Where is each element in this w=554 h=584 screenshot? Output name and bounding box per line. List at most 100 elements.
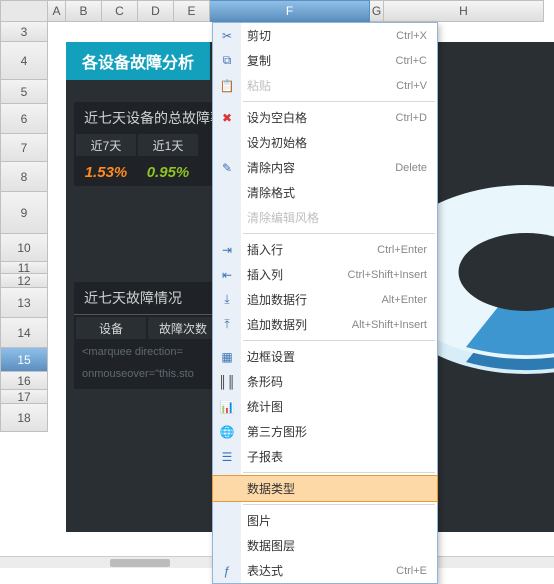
menu-barcode[interactable]: ║║ 条形码 [213,369,437,394]
x-red-icon: ✖ [219,110,235,126]
menu-copy[interactable]: ⧉ 复制 Ctrl+C [213,48,437,73]
row-header-17[interactable]: 17 [0,390,48,404]
col-header-h[interactable]: H [384,0,544,22]
chart-icon: 📊 [219,399,235,415]
row-header-18[interactable]: 18 [0,404,48,432]
menu-paste-shortcut: Ctrl+V [396,80,427,92]
col-header-d[interactable]: D [138,0,174,22]
menu-chart[interactable]: 📊 统计图 [213,394,437,419]
menu-subreport[interactable]: ☰ 子报表 [213,444,437,469]
col-last1: 近1天 [138,134,198,156]
menu-separator [243,504,435,505]
scrollbar-thumb[interactable] [110,559,170,567]
copy-icon: ⧉ [219,53,235,69]
menu-separator [243,340,435,341]
menu-clear-format-label: 清除格式 [247,184,295,201]
menu-clear-content-label: 清除内容 [247,159,295,176]
menu-barcode-label: 条形码 [247,373,283,390]
column-header-row: A B C D E F G H [0,0,554,22]
row-header-5[interactable]: 5 [0,80,48,104]
menu-cut-label: 剪切 [247,27,271,44]
row-header-15[interactable]: 15 [0,348,48,372]
menu-clear-content-shortcut: Delete [395,162,427,174]
menu-datalayer[interactable]: 数据图层 [213,533,437,558]
col-header-f[interactable]: F [210,0,370,22]
menu-insert-col-label: 插入列 [247,266,283,283]
menu-clear-content[interactable]: ✎ 清除内容 Delete [213,155,437,180]
col-faultcnt: 故障次数 [148,317,218,339]
row-header-10[interactable]: 10 [0,234,48,262]
menu-set-init[interactable]: 设为初始格 [213,130,437,155]
menu-set-blank-shortcut: Ctrl+D [396,112,427,124]
menu-append-row[interactable]: ⤓ 追加数据行 Alt+Enter [213,287,437,312]
menu-datatype[interactable]: 数据类型 [213,476,437,501]
menu-separator [243,233,435,234]
menu-cut[interactable]: ✂ 剪切 Ctrl+X [213,23,437,48]
val-last7: 1.53% [76,158,136,186]
menu-insert-row[interactable]: ⇥ 插入行 Ctrl+Enter [213,237,437,262]
insert-col-icon: ⇤ [219,267,235,283]
row-header-12[interactable]: 12 [0,274,48,288]
menu-thirdparty-label: 第三方图形 [247,423,307,440]
row-header-14[interactable]: 14 [0,318,48,348]
row-header-9[interactable]: 9 [0,192,48,234]
menu-chart-label: 统计图 [247,398,283,415]
border-icon: ▦ [219,349,235,365]
barcode-icon: ║║ [219,374,235,390]
val-last1: 0.95% [138,158,198,186]
menu-clear-edit-style-label: 清除编辑风格 [247,209,319,226]
menu-insert-row-label: 插入行 [247,241,283,258]
menu-expr-shortcut: Ctrl+E [396,565,427,577]
menu-datalayer-label: 数据图层 [247,537,295,554]
menu-subreport-label: 子报表 [247,448,283,465]
menu-paste: 📋 粘贴 Ctrl+V [213,73,437,98]
menu-image-label: 图片 [247,512,271,529]
col-header-e[interactable]: E [174,0,210,22]
menu-image[interactable]: 图片 [213,508,437,533]
col-header-b[interactable]: B [66,0,102,22]
menu-append-col-shortcut: Alt+Shift+Insert [352,319,427,331]
menu-paste-label: 粘贴 [247,77,271,94]
col-last7: 近7天 [76,134,136,156]
row-header-11[interactable]: 11 [0,262,48,274]
row-header-3[interactable]: 3 [0,22,48,42]
row-header-6[interactable]: 6 [0,104,48,134]
expression-icon: ƒ [219,563,235,579]
menu-clear-edit-style: 清除编辑风格 [213,205,437,230]
menu-cut-shortcut: Ctrl+X [396,30,427,42]
menu-set-blank-label: 设为空白格 [247,109,307,126]
scissors-icon: ✂ [219,28,235,44]
row-header-8[interactable]: 8 [0,162,48,192]
menu-set-blank[interactable]: ✖ 设为空白格 Ctrl+D [213,105,437,130]
menu-append-col[interactable]: ⤒ 追加数据列 Alt+Shift+Insert [213,312,437,337]
menu-border-label: 边框设置 [247,348,295,365]
menu-thirdparty[interactable]: 🌐 第三方图形 [213,419,437,444]
menu-clear-format[interactable]: 清除格式 [213,180,437,205]
select-all-corner[interactable] [0,0,48,22]
col-device: 设备 [76,317,146,339]
menu-expr[interactable]: ƒ 表达式 Ctrl+E [213,558,437,583]
menu-append-row-shortcut: Alt+Enter [381,294,427,306]
row-header-col: 3 4 5 6 7 8 9 10 11 12 13 14 15 16 17 18 [0,22,48,432]
menu-insert-col[interactable]: ⇤ 插入列 Ctrl+Shift+Insert [213,262,437,287]
row-header-7[interactable]: 7 [0,134,48,162]
menu-insert-row-shortcut: Ctrl+Enter [377,244,427,256]
append-row-icon: ⤓ [219,292,235,308]
menu-copy-shortcut: Ctrl+C [396,55,427,67]
insert-row-icon: ⇥ [219,242,235,258]
globe-icon: 🌐 [219,424,235,440]
menu-set-init-label: 设为初始格 [247,134,307,151]
menu-insert-col-shortcut: Ctrl+Shift+Insert [348,269,427,281]
menu-append-col-label: 追加数据列 [247,316,307,333]
menu-separator [243,101,435,102]
col-header-a[interactable]: A [48,0,66,22]
col-header-c[interactable]: C [102,0,138,22]
row-header-4[interactable]: 4 [0,42,48,80]
row-header-13[interactable]: 13 [0,288,48,318]
row-header-16[interactable]: 16 [0,372,48,390]
menu-border[interactable]: ▦ 边框设置 [213,344,437,369]
col-header-g[interactable]: G [370,0,384,22]
menu-separator [243,472,435,473]
report-title: 各设备故障分析 [66,42,210,80]
append-col-icon: ⤒ [219,317,235,333]
